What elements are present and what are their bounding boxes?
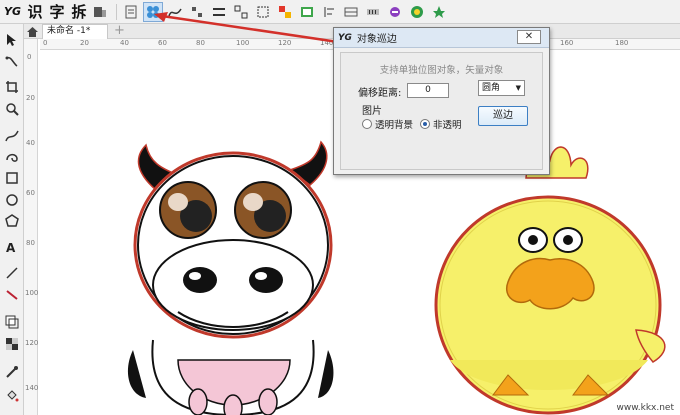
dialog-panel: 支持单独位图对象，矢量对象 偏移距离: 0 圆角 ▼ 图片 透明背景 非透明 巡… bbox=[340, 52, 543, 170]
corner-select[interactable]: 圆角 ▼ bbox=[478, 80, 525, 96]
artistic-media-icon[interactable] bbox=[4, 148, 20, 164]
text-tool-icon[interactable]: A bbox=[4, 239, 20, 255]
left-toolbox: A bbox=[0, 24, 24, 415]
zoom-tool-icon[interactable] bbox=[4, 101, 20, 117]
crop-tool-icon[interactable] bbox=[4, 79, 20, 95]
transparency-tool-icon[interactable] bbox=[4, 336, 20, 352]
add-tab-button[interactable]: + bbox=[114, 24, 125, 38]
ruler-label: 140 bbox=[25, 384, 39, 392]
freehand-tool-icon[interactable] bbox=[4, 128, 20, 144]
radio-circle[interactable] bbox=[362, 119, 372, 129]
barcode-tool-icon[interactable] bbox=[363, 2, 383, 22]
svg-text:A: A bbox=[6, 241, 16, 254]
duck-illustration bbox=[434, 146, 666, 415]
dialog-logo: YG bbox=[338, 32, 352, 43]
shadow-tool-icon[interactable] bbox=[4, 314, 20, 330]
arrange-tool-icon[interactable] bbox=[385, 2, 405, 22]
rectangle-tool-icon[interactable] bbox=[4, 170, 20, 186]
line-tool-icon[interactable] bbox=[4, 265, 20, 281]
apply-outline-button[interactable]: 巡边 bbox=[478, 106, 528, 126]
radio-opaque[interactable]: 非透明 bbox=[420, 117, 462, 131]
image-label: 图片 bbox=[362, 106, 382, 117]
ellipse-tool-icon[interactable] bbox=[4, 192, 20, 208]
ruler-label: 20 bbox=[26, 94, 35, 102]
recognize-char-button[interactable]: 识 bbox=[24, 1, 46, 22]
ruler-label: 60 bbox=[26, 189, 35, 197]
ruler-label: 100 bbox=[25, 289, 39, 297]
ruler-label: 0 bbox=[27, 53, 32, 61]
corner-select-value: 圆角 bbox=[482, 83, 501, 93]
eyedropper-tool-icon[interactable] bbox=[4, 364, 20, 380]
watermark: www.kkx.net bbox=[616, 403, 675, 413]
toolbar-separator bbox=[116, 3, 117, 20]
object-outline-dialog: YG 对象巡边 ✕ 支持单独位图对象，矢量对象 偏移距离: 0 圆角 ▼ 图片 … bbox=[333, 27, 550, 175]
offset-input[interactable]: 0 bbox=[407, 83, 449, 98]
char-button[interactable]: 字 bbox=[46, 1, 68, 22]
ruler-label: 120 bbox=[25, 339, 39, 347]
pointer-tool-icon[interactable] bbox=[4, 32, 20, 48]
polygon-tool-icon[interactable] bbox=[4, 213, 20, 229]
ruler-label: 40 bbox=[120, 39, 129, 47]
home-icon[interactable] bbox=[26, 25, 39, 38]
shape-tool-icon[interactable] bbox=[4, 54, 20, 70]
ruler-label: 160 bbox=[560, 39, 574, 47]
radio-opaque-label: 非透明 bbox=[433, 120, 462, 131]
app-logo: YG bbox=[4, 5, 21, 18]
radio-transparent[interactable]: 透明背景 bbox=[362, 117, 413, 131]
close-button[interactable]: ✕ bbox=[517, 30, 541, 44]
split-button[interactable]: 拆 bbox=[68, 1, 90, 22]
list-icon[interactable] bbox=[121, 2, 141, 22]
vertical-ruler: 0 20 40 60 80 100 120 140 bbox=[24, 39, 38, 415]
ruler-label: 40 bbox=[26, 139, 35, 147]
page-tool-icon[interactable] bbox=[90, 2, 110, 22]
dialog-title: 对象巡边 bbox=[356, 34, 397, 45]
ruler-label: 20 bbox=[80, 39, 89, 47]
annotation-arrow bbox=[154, 12, 346, 45]
ruler-label: 80 bbox=[26, 239, 35, 247]
connector-tool-icon[interactable] bbox=[4, 287, 20, 303]
ruler-label: 180 bbox=[615, 39, 629, 47]
radio-circle-checked[interactable] bbox=[420, 119, 430, 129]
offset-label: 偏移距离: bbox=[358, 88, 402, 99]
radio-transparent-label: 透明背景 bbox=[375, 120, 414, 131]
fill-tool-icon[interactable] bbox=[4, 387, 20, 403]
cow-illustration bbox=[127, 140, 334, 415]
plugin-tool-icon[interactable] bbox=[429, 2, 449, 22]
ruler-label: 0 bbox=[43, 39, 48, 47]
dialog-hint: 支持单独位图对象，矢量对象 bbox=[379, 65, 504, 76]
document-tab[interactable]: 未命名 -1* bbox=[42, 24, 108, 39]
chevron-down-icon: ▼ bbox=[515, 84, 521, 92]
color-wheel-icon[interactable] bbox=[407, 2, 427, 22]
dialog-titlebar[interactable]: YG 对象巡边 ✕ bbox=[334, 28, 549, 48]
